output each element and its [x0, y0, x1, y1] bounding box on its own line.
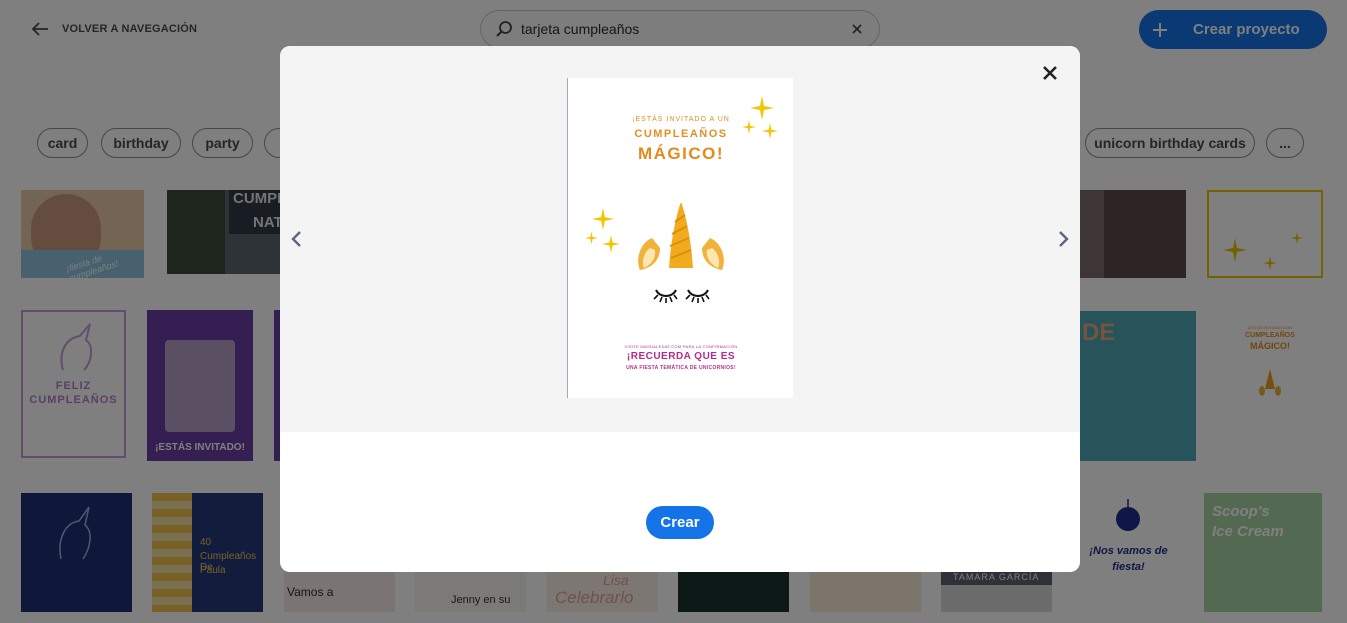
template-preview-card: ¡ESTÁS INVITADO A UN CUMPLEAÑOS MÁGICO! — [567, 78, 793, 398]
sparkle-icon — [602, 235, 620, 253]
sparkle-icon — [585, 231, 598, 245]
sparkle-icon — [762, 123, 778, 139]
chevron-right-icon — [1059, 231, 1069, 247]
chevron-left-icon — [291, 231, 301, 247]
sparkle-icon — [742, 120, 756, 134]
preview-area: ¡ESTÁS INVITADO A UN CUMPLEAÑOS MÁGICO! — [280, 46, 1080, 432]
card-line-6: UNA FIESTA TEMÁTICA DE UNICORNIOS! — [626, 365, 736, 371]
card-line-4: VISITE MASDALEDAT.COM PARA LA CONFIRMACI… — [624, 344, 738, 349]
sparkle-icon — [592, 208, 614, 230]
next-template-button[interactable] — [1052, 228, 1074, 250]
previous-template-button[interactable] — [286, 228, 308, 250]
card-line-5: ¡RECUERDA QUE ES — [626, 351, 736, 362]
card-line-3: MÁGICO! — [637, 144, 725, 163]
sparkle-icon — [750, 96, 774, 120]
close-dialog-button[interactable] — [1039, 62, 1061, 84]
close-icon — [1043, 66, 1057, 80]
card-line-2: CUMPLEAÑOS — [634, 128, 728, 140]
template-preview-dialog: ¡ESTÁS INVITADO A UN CUMPLEAÑOS MÁGICO! — [280, 46, 1080, 572]
create-button[interactable]: Crear — [646, 506, 714, 539]
unicorn-face-icon — [638, 202, 724, 303]
